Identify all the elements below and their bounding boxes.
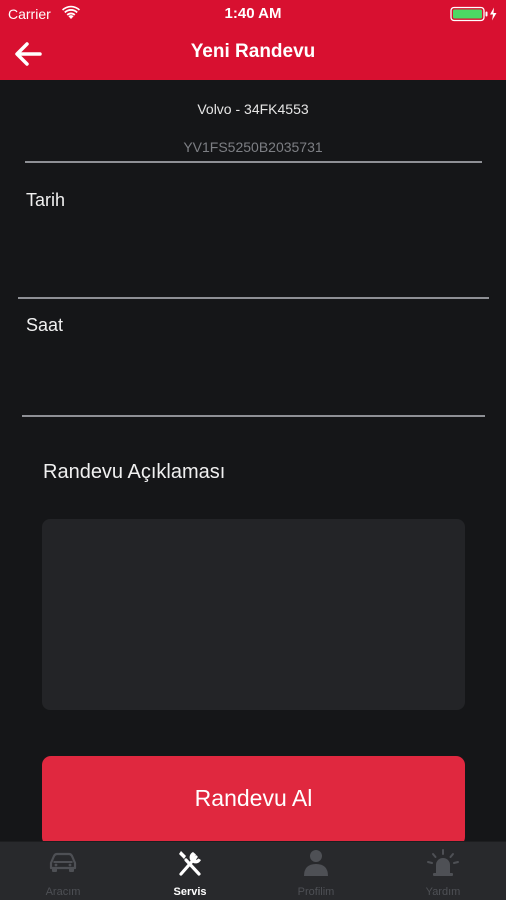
time-picker-field[interactable] bbox=[22, 300, 485, 416]
car-icon bbox=[49, 852, 77, 872]
description-textarea[interactable] bbox=[42, 519, 465, 710]
tab-servis[interactable]: Servis bbox=[127, 842, 253, 900]
tab-label-aracim: Aracım bbox=[45, 886, 81, 898]
tab-label-yardim: Yardım bbox=[425, 886, 461, 898]
clock: 1:40 AM bbox=[224, 5, 282, 22]
time-label: Saat bbox=[26, 315, 64, 335]
vehicle-vin: YV1FS5250B2035731 bbox=[183, 139, 323, 155]
wrench-screwdriver-icon bbox=[179, 851, 201, 876]
navigation-bar: Yeni Randevu bbox=[0, 28, 506, 80]
back-arrow-icon[interactable] bbox=[12, 38, 46, 70]
battery-icon bbox=[450, 6, 497, 22]
tab-label-servis: Servis bbox=[173, 886, 207, 898]
date-picker-field[interactable] bbox=[18, 163, 489, 299]
submit-appointment-button[interactable]: Randevu Al bbox=[42, 756, 465, 846]
tab-aracim[interactable]: Aracım bbox=[0, 842, 126, 900]
date-label: Tarih bbox=[26, 190, 66, 210]
vehicle-name: Volvo - 34FK4553 bbox=[197, 101, 309, 117]
tab-bar: Aracım Servis Profilim Yardım bbox=[0, 841, 506, 900]
description-label: Randevu Açıklaması bbox=[43, 461, 226, 483]
page-title: Yeni Randevu bbox=[190, 41, 316, 62]
person-icon bbox=[304, 850, 328, 876]
status-bar: Carrier 1:40 AM bbox=[0, 0, 506, 28]
siren-icon bbox=[427, 849, 459, 876]
tab-label-profilim: Profilim bbox=[297, 886, 335, 898]
time-divider bbox=[22, 415, 485, 417]
date-divider bbox=[18, 297, 489, 299]
tab-profilim[interactable]: Profilim bbox=[253, 842, 379, 900]
tab-yardim[interactable]: Yardım bbox=[380, 842, 506, 900]
